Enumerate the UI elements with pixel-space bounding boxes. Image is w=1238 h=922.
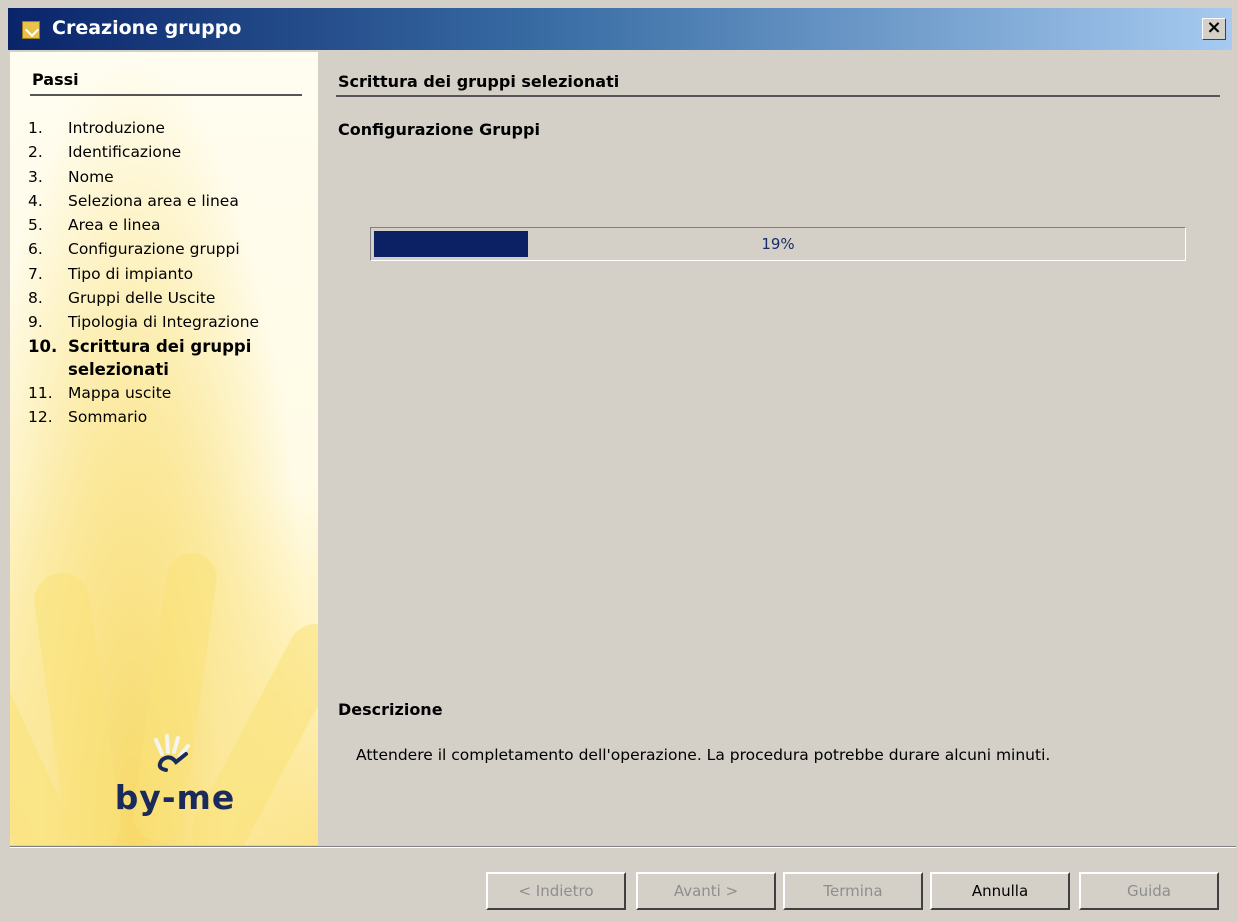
title-bar: Creazione gruppo × [8,8,1232,50]
bottom-divider [10,846,1236,848]
steps-heading: Passi [32,70,79,89]
step-item-current: 10. Scrittura dei gruppi selezionati [28,336,252,379]
step-item: 3. Nome [28,167,114,186]
steps-divider [30,94,302,96]
description-title: Descrizione [338,700,443,719]
step-item: 9. Tipologia di Integrazione [28,313,260,332]
step-item: 2. Identificazione [28,143,182,162]
finish-button[interactable]: Termina [783,872,923,910]
next-button[interactable]: Avanti > [636,872,776,910]
back-button[interactable]: < Indietro [486,872,626,910]
help-button[interactable]: Guida [1079,872,1219,910]
window-title: Creazione gruppo [52,17,242,39]
progress-label: 19% [761,235,795,253]
step-item: 1. Introduzione [28,119,165,137]
logo-hand-icon [154,734,190,772]
progress-bar: 19% [370,227,1186,261]
step-item: 5. Area e linea [28,216,161,235]
step-item: 7. Tipo di impianto [28,264,194,283]
cancel-button[interactable]: Annulla [930,872,1070,910]
step-item: 8. Gruppi delle Uscite [28,289,216,308]
steps-list: 1. Introduzione 2. Identificazione 3. Nome … [28,116,298,429]
step-item: 4. Seleziona area e linea [28,191,239,210]
operation-title: Configurazione Gruppi [338,120,540,139]
section-divider [336,95,1220,97]
steps-panel: Passi 1. Introduzione 2. Identificazione 3… [10,52,318,845]
step-item: 6. Configurazione gruppi [28,240,240,259]
step-item: 11. Mappa uscite [28,383,172,402]
logo-text: by-me [114,778,236,817]
section-title: Scrittura dei gruppi selezionati [338,72,620,91]
description-text: Attendere il completamento dell'operazio… [356,746,1051,764]
byme-logo: by-me [110,732,240,822]
step-item: 12. Sommario [28,407,148,426]
app-icon [22,21,40,39]
close-button[interactable]: × [1202,18,1226,40]
